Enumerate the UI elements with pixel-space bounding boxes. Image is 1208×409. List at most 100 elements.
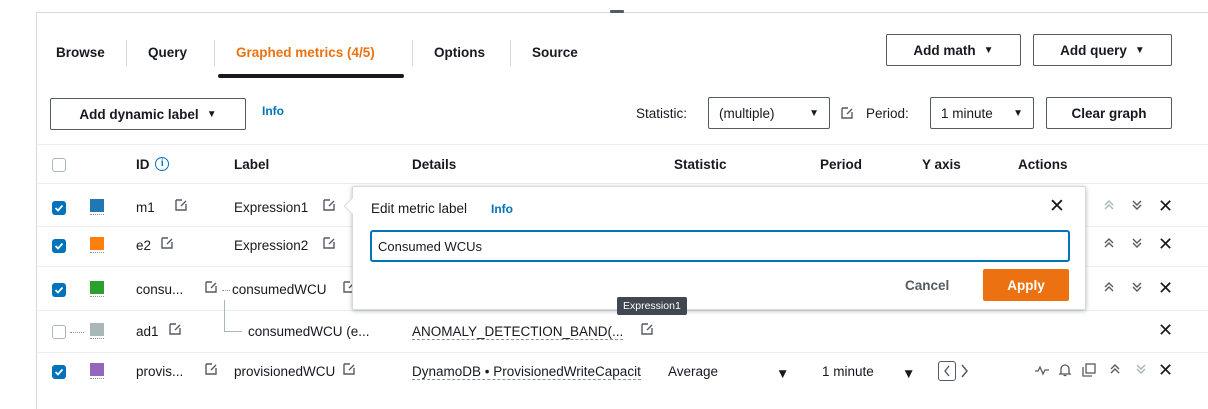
row-id: e2: [136, 238, 152, 253]
edit-label-icon[interactable]: [322, 236, 336, 253]
move-down-icon[interactable]: [1134, 362, 1148, 380]
add-math-button[interactable]: Add math ▼: [886, 34, 1021, 66]
tab-browse[interactable]: Browse: [56, 42, 105, 64]
period-select[interactable]: 1 minute ▼: [930, 97, 1034, 129]
color-swatch[interactable]: [90, 281, 104, 294]
row-checkbox[interactable]: [52, 325, 66, 339]
column-header-id: ID i: [136, 157, 170, 172]
column-header-label[interactable]: Label: [234, 157, 269, 172]
check-icon: [54, 286, 64, 294]
row-id: consu...: [136, 282, 184, 297]
row-checkbox[interactable]: [52, 365, 66, 379]
color-swatch[interactable]: [90, 363, 104, 376]
row-label: consumedWCU: [232, 282, 327, 297]
row-details[interactable]: DynamoDB • ProvisionedWriteCapacit: [412, 364, 641, 380]
resize-handle[interactable]: [610, 10, 624, 13]
tab-options[interactable]: Options: [434, 42, 485, 64]
row-label: Expression1: [234, 200, 309, 215]
caret-down-icon[interactable]: ▼: [902, 366, 915, 381]
row-label: provisionedWCU: [234, 364, 336, 379]
add-math-label: Add math: [913, 42, 976, 58]
edit-id-icon[interactable]: [174, 198, 188, 215]
tree-branch: [224, 300, 242, 332]
edit-label-icon[interactable]: [322, 198, 336, 215]
edit-icon[interactable]: [840, 104, 854, 120]
tab-divider: [412, 40, 413, 66]
column-header-statistic[interactable]: Statistic: [674, 157, 727, 172]
add-dynamic-label-text: Add dynamic label: [79, 106, 199, 122]
row-id: provis...: [136, 364, 184, 379]
expression-tooltip: Expression1: [617, 297, 687, 315]
metric-label-input[interactable]: [371, 231, 1069, 261]
row-period[interactable]: 1 minute: [822, 364, 874, 379]
swatch-line: [90, 214, 104, 216]
edit-id-icon[interactable]: [160, 236, 174, 253]
row-details[interactable]: ANOMALY_DETECTION_BAND(...: [412, 324, 624, 340]
remove-icon[interactable]: ✕: [1158, 278, 1173, 299]
row-divider: [36, 352, 1208, 353]
tree-connector: [222, 290, 230, 291]
statistic-select[interactable]: (multiple) ▼: [708, 97, 830, 129]
clear-graph-button[interactable]: Clear graph: [1046, 97, 1172, 129]
clear-graph-label: Clear graph: [1071, 105, 1147, 121]
active-tab-indicator: [218, 74, 404, 78]
popover-title: Edit metric label: [371, 201, 468, 216]
move-down-icon[interactable]: [1130, 280, 1144, 298]
popover-info-link[interactable]: Info: [491, 202, 513, 216]
y-axis-right-button[interactable]: [960, 363, 970, 382]
row-checkbox[interactable]: [52, 201, 66, 215]
column-header-period[interactable]: Period: [820, 157, 862, 172]
table-row: ad1 consumedWCU (e... ANOMALY_DETECTION_…: [36, 300, 1208, 350]
chevron-right-icon: [961, 364, 968, 378]
cancel-button[interactable]: Cancel: [905, 278, 949, 293]
sparkline-icon[interactable]: [1034, 363, 1050, 381]
edit-details-icon[interactable]: [640, 322, 654, 339]
select-all-checkbox[interactable]: [52, 158, 66, 172]
move-up-icon[interactable]: [1102, 236, 1116, 254]
bell-icon[interactable]: [1058, 363, 1072, 381]
swatch-line: [90, 338, 104, 340]
remove-icon[interactable]: ✕: [1158, 234, 1173, 255]
caret-down-icon[interactable]: ▼: [776, 366, 789, 381]
color-swatch[interactable]: [90, 323, 104, 336]
move-up-icon[interactable]: [1102, 198, 1116, 216]
edit-id-icon[interactable]: [204, 280, 218, 297]
tab-source[interactable]: Source: [532, 42, 578, 64]
tab-bar: Browse Query Graphed metrics (4/5) Optio…: [36, 30, 1196, 90]
y-axis-left-button[interactable]: [938, 361, 956, 381]
row-checkbox[interactable]: [52, 239, 66, 253]
move-up-icon[interactable]: [1108, 362, 1122, 380]
info-link[interactable]: Info: [262, 104, 284, 118]
edit-id-icon[interactable]: [168, 322, 182, 339]
row-statistic[interactable]: Average: [668, 364, 718, 379]
check-icon: [54, 204, 64, 212]
row-checkbox[interactable]: [52, 283, 66, 297]
color-swatch[interactable]: [90, 199, 104, 212]
caret-down-icon: ▼: [983, 44, 994, 56]
column-header-details[interactable]: Details: [412, 157, 456, 172]
swatch-line: [90, 378, 104, 380]
add-query-button[interactable]: Add query ▼: [1033, 34, 1172, 66]
row-label: consumedWCU (e...: [248, 324, 370, 339]
apply-button[interactable]: Apply: [983, 269, 1069, 301]
info-circle-icon[interactable]: i: [155, 157, 170, 171]
remove-icon[interactable]: ✕: [1158, 360, 1173, 381]
move-up-icon[interactable]: [1102, 280, 1116, 298]
column-header-y-axis[interactable]: Y axis: [922, 157, 961, 172]
edit-label-icon[interactable]: [342, 362, 356, 379]
move-down-icon[interactable]: [1130, 236, 1144, 254]
tab-divider: [126, 40, 127, 66]
swatch-line: [90, 296, 104, 298]
move-down-icon[interactable]: [1130, 198, 1144, 216]
table-row: provis... provisionedWCU DynamoDB • Prov…: [36, 354, 1208, 390]
duplicate-icon[interactable]: [1082, 363, 1096, 381]
color-swatch[interactable]: [90, 237, 104, 250]
remove-icon[interactable]: ✕: [1158, 196, 1173, 217]
remove-icon[interactable]: ✕: [1158, 320, 1173, 341]
caret-down-icon: ▼: [1013, 107, 1023, 119]
tab-query[interactable]: Query: [148, 42, 187, 64]
tab-graphed-metrics[interactable]: Graphed metrics (4/5): [236, 42, 375, 64]
edit-id-icon[interactable]: [204, 362, 218, 379]
add-dynamic-label-button[interactable]: Add dynamic label ▼: [50, 98, 246, 130]
close-icon[interactable]: ✕: [1049, 195, 1065, 218]
